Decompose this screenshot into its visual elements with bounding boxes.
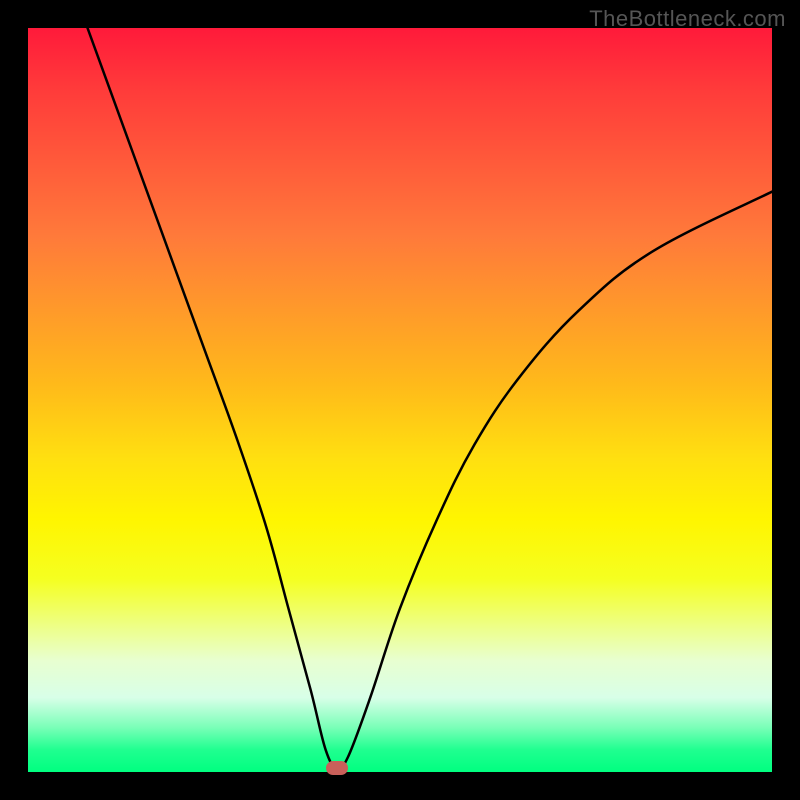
bottleneck-curve — [28, 28, 772, 772]
chart-plot-area — [28, 28, 772, 772]
optimal-point-marker — [326, 761, 348, 775]
watermark-text: TheBottleneck.com — [589, 6, 786, 32]
